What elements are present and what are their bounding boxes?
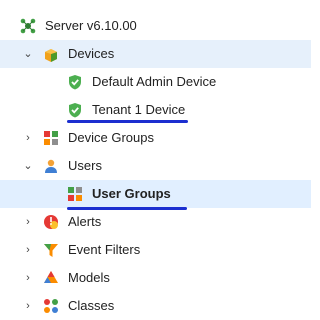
chevron-down-icon[interactable]: ⌄ (22, 40, 34, 68)
chevron-right-icon[interactable]: › (22, 264, 34, 292)
tree-item-label: Server v6.10.00 (45, 18, 137, 33)
tree-item-label: Devices (68, 46, 115, 61)
tree-item-label: Classes (68, 298, 115, 313)
device-groups-grid-icon (44, 131, 58, 145)
server-cluster-icon (20, 18, 36, 34)
tree-item-classes[interactable]: › Classes (0, 292, 311, 320)
tree-item-user-groups[interactable]: User Groups (0, 180, 311, 208)
green-shield-check-icon (69, 103, 81, 118)
alerts-icon (44, 215, 58, 229)
tree-item-label: User Groups (92, 186, 171, 201)
tree-item-device-groups[interactable]: › Device Groups (0, 124, 311, 152)
tree-item-server[interactable]: Server v6.10.00 (0, 12, 311, 40)
tree-item-models[interactable]: › Models (0, 264, 311, 292)
chevron-right-icon[interactable]: › (22, 208, 34, 236)
tree-item-label: Device Groups (68, 130, 154, 145)
green-shield-check-icon (69, 75, 81, 90)
chevron-right-icon[interactable]: › (22, 124, 34, 152)
chevron-down-icon[interactable]: ⌄ (22, 152, 34, 180)
tree-item-alerts[interactable]: › Alerts (0, 208, 311, 236)
users-icon (45, 159, 57, 173)
user-groups-grid-icon (68, 187, 82, 201)
devices-folder-icon (45, 49, 57, 62)
tree-item-label: Users (68, 158, 102, 173)
tree-item-label: Models (68, 270, 110, 285)
tree-item-label: Event Filters (68, 242, 141, 257)
tree-item-label: Alerts (68, 214, 102, 229)
tree-item-users[interactable]: ⌄ Users (0, 152, 311, 180)
tree-item-event-filters[interactable]: › Event Filters (0, 236, 311, 264)
chevron-right-icon[interactable]: › (22, 236, 34, 264)
models-icon (44, 271, 58, 283)
highlight-underline (67, 120, 188, 123)
funnel-icon (44, 244, 58, 257)
classes-icon (44, 299, 58, 313)
tree-item-devices[interactable]: ⌄ Devices (0, 40, 311, 68)
tree-item-default-admin-device[interactable]: Default Admin Device (0, 68, 311, 96)
chevron-right-icon[interactable]: › (22, 292, 34, 320)
tree-item-label: Default Admin Device (92, 74, 217, 89)
